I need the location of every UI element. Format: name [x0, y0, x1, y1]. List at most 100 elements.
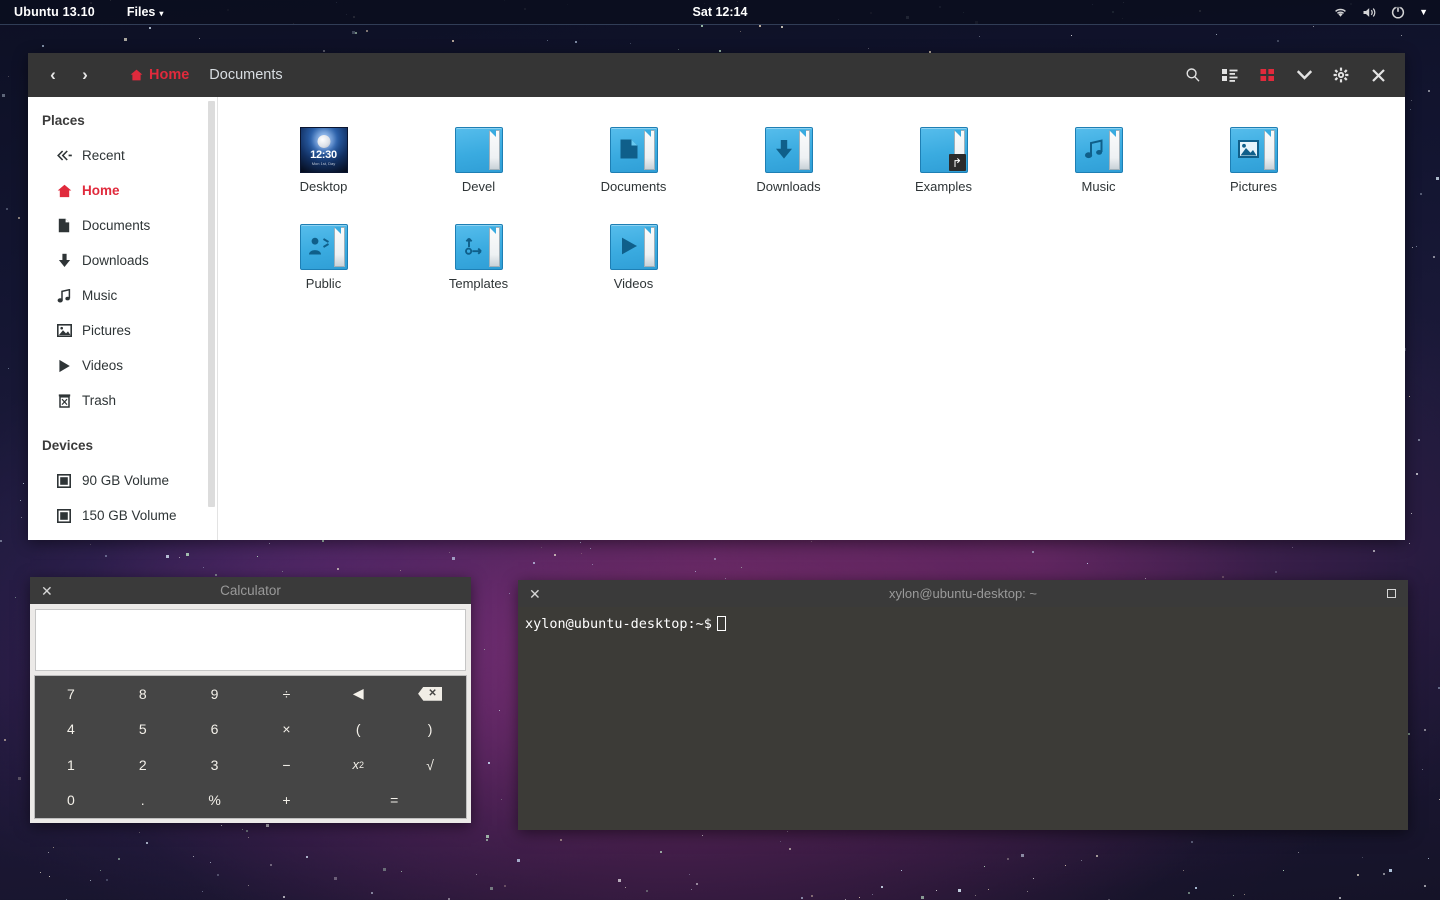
- key-6[interactable]: 6: [179, 712, 251, 748]
- key-5[interactable]: 5: [107, 712, 179, 748]
- close-icon[interactable]: ✕: [529, 587, 541, 601]
- key-left-arrow[interactable]: ◀: [322, 676, 394, 712]
- key-close-paren[interactable]: ): [394, 712, 466, 748]
- terminal-titlebar: ✕ xylon@ubuntu-desktop: ~: [518, 580, 1408, 607]
- sidebar-item-recent[interactable]: Recent: [28, 138, 217, 173]
- forward-button[interactable]: ›: [72, 62, 98, 88]
- sidebar-item-documents[interactable]: Documents: [28, 208, 217, 243]
- sidebar-item-music[interactable]: Music: [28, 278, 217, 313]
- key-divide[interactable]: ÷: [251, 676, 323, 712]
- back-button[interactable]: ‹: [40, 62, 66, 88]
- download-emblem-icon: [772, 137, 796, 161]
- breadcrumb-home-label: Home: [149, 67, 190, 83]
- folder-icon: [609, 127, 658, 173]
- key-7[interactable]: 7: [35, 676, 107, 712]
- sidebar-item-home[interactable]: Home: [28, 173, 217, 208]
- key-equals[interactable]: =: [322, 783, 466, 819]
- wallpaper-thumbnail-icon: 12:30 Mon 1st, Day: [299, 127, 348, 173]
- grid-view-icon[interactable]: [1256, 64, 1278, 86]
- file-icon: [556, 212, 711, 270]
- key-decimal[interactable]: .: [107, 783, 179, 819]
- file-label: Public: [305, 276, 342, 291]
- gear-icon[interactable]: [1330, 64, 1352, 86]
- volume-icon[interactable]: [1362, 6, 1377, 19]
- sidebar-item-videos[interactable]: Videos: [28, 348, 217, 383]
- sidebar-item-trash[interactable]: Trash: [28, 383, 217, 418]
- breadcrumb-home[interactable]: Home: [120, 63, 199, 87]
- drive-icon: [56, 473, 72, 488]
- breadcrumb-documents[interactable]: Documents: [199, 63, 292, 87]
- thumb-time: 12:30: [310, 149, 337, 161]
- session-caret-icon[interactable]: ▼: [1419, 7, 1428, 17]
- file-item-examples[interactable]: ↱ Examples: [866, 111, 1021, 194]
- sidebar-item-label: Videos: [82, 358, 124, 373]
- navigation-buttons: ‹ ›: [40, 62, 98, 88]
- key-square[interactable]: x2: [322, 747, 394, 783]
- share-emblem-icon: [307, 234, 331, 258]
- sidebar-item-label: 90 GB Volume: [82, 473, 170, 488]
- maximize-icon[interactable]: [1387, 589, 1396, 598]
- key-backspace[interactable]: ✕: [394, 676, 466, 712]
- sidebar-item-downloads[interactable]: Downloads: [28, 243, 217, 278]
- file-item-pictures[interactable]: Pictures: [1176, 111, 1331, 194]
- file-item-devel[interactable]: Devel: [401, 111, 556, 194]
- file-item-music[interactable]: Music: [1021, 111, 1176, 194]
- list-view-icon[interactable]: [1219, 64, 1241, 86]
- calculator-keypad: 7 8 9 ÷ ◀ ✕ 4 5 6 × ( ) 1 2 3 − x2 √ 0 .…: [34, 675, 467, 819]
- close-icon[interactable]: [1367, 64, 1389, 86]
- document-icon: [56, 218, 72, 233]
- terminal-output[interactable]: xylon@ubuntu-desktop:~$: [518, 607, 1408, 830]
- terminal-cursor: [716, 616, 726, 631]
- key-1[interactable]: 1: [35, 747, 107, 783]
- close-icon[interactable]: ✕: [41, 584, 53, 598]
- system-tray: ▼: [1333, 5, 1428, 19]
- key-2[interactable]: 2: [107, 747, 179, 783]
- file-item-templates[interactable]: Templates: [401, 208, 556, 291]
- file-icon: [246, 212, 401, 270]
- panel-clock: Sat 12:14: [692, 5, 748, 19]
- home-icon: [130, 69, 143, 81]
- sidebar-item-volume-150gb[interactable]: 150 GB Volume: [28, 498, 217, 533]
- power-icon[interactable]: [1391, 5, 1405, 19]
- key-3[interactable]: 3: [179, 747, 251, 783]
- key-8[interactable]: 8: [107, 676, 179, 712]
- video-emblem-icon: [617, 234, 641, 258]
- calculator-display[interactable]: [35, 609, 466, 671]
- file-label: Music: [1081, 179, 1116, 194]
- file-icon: [1021, 115, 1176, 173]
- breadcrumb: Home Documents: [120, 63, 293, 87]
- key-multiply[interactable]: ×: [251, 712, 323, 748]
- key-9[interactable]: 9: [179, 676, 251, 712]
- sidebar-item-volume-90gb[interactable]: 90 GB Volume: [28, 463, 217, 498]
- key-plus[interactable]: +: [251, 783, 323, 819]
- file-item-desktop[interactable]: 12:30 Mon 1st, Day Desktop: [246, 111, 401, 194]
- key-sqrt[interactable]: √: [394, 747, 466, 783]
- file-icon: [711, 115, 866, 173]
- wifi-icon[interactable]: [1333, 6, 1348, 18]
- drive-icon: [56, 508, 72, 523]
- download-icon: [56, 253, 72, 268]
- chevron-down-icon[interactable]: [1293, 64, 1315, 86]
- file-item-videos[interactable]: Videos: [556, 208, 711, 291]
- distro-label: Ubuntu 13.10: [14, 5, 95, 19]
- file-item-public[interactable]: Public: [246, 208, 401, 291]
- sidebar-item-label: Downloads: [82, 253, 149, 268]
- sidebar-item-pictures[interactable]: Pictures: [28, 313, 217, 348]
- file-grid-area: 12:30 Mon 1st, Day Desktop Devel Documen…: [218, 97, 1405, 540]
- music-emblem-icon: [1082, 137, 1106, 161]
- app-menu-files[interactable]: Files ▾: [127, 5, 164, 19]
- key-open-paren[interactable]: (: [322, 712, 394, 748]
- video-icon: [56, 359, 72, 373]
- search-icon[interactable]: [1182, 64, 1204, 86]
- key-percent[interactable]: %: [179, 783, 251, 819]
- key-minus[interactable]: −: [251, 747, 323, 783]
- key-4[interactable]: 4: [35, 712, 107, 748]
- file-item-documents[interactable]: Documents: [556, 111, 711, 194]
- file-item-downloads[interactable]: Downloads: [711, 111, 866, 194]
- key-0[interactable]: 0: [35, 783, 107, 819]
- terminal-window: ✕ xylon@ubuntu-desktop: ~ xylon@ubuntu-d…: [518, 580, 1408, 830]
- picture-emblem-icon: [1237, 137, 1261, 161]
- sidebar-scrollbar[interactable]: [208, 101, 215, 507]
- file-label: Desktop: [299, 179, 348, 194]
- backspace-icon: ✕: [418, 686, 443, 701]
